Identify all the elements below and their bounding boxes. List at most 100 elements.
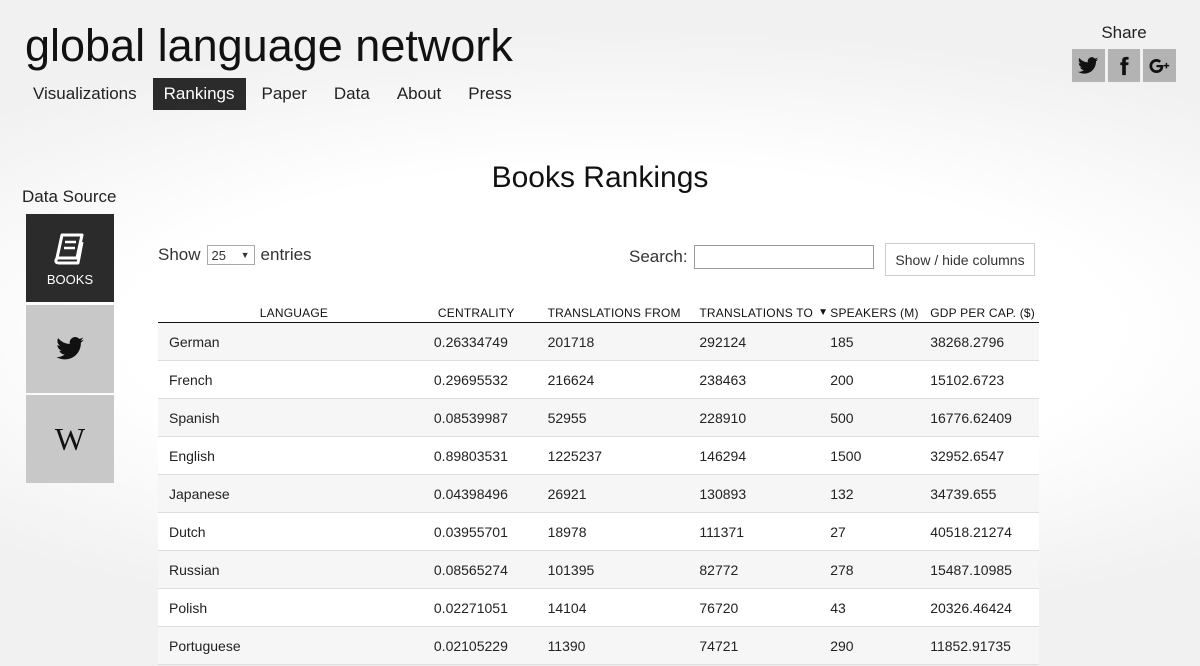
wikipedia-icon: W	[54, 420, 86, 457]
cell-speakers: 500	[830, 398, 931, 437]
cell-translations-from: 1225237	[547, 436, 700, 475]
share-label: Share	[1101, 23, 1147, 42]
cell-language: Spanish	[158, 398, 434, 437]
cell-translations-from: 201718	[547, 322, 700, 361]
cell-language: Portuguese	[158, 626, 434, 665]
site-title[interactable]: global language network	[25, 20, 513, 72]
column-header-translations-to[interactable]: TRANSLATIONS TO ▼	[699, 304, 831, 323]
cell-translations-from: 216624	[547, 360, 700, 399]
cell-translations-to: 238463	[699, 360, 831, 399]
cell-translations-from: 26921	[547, 474, 700, 513]
show-entries-control: Show 25 ▼ entries	[158, 245, 312, 265]
search-label: Search:	[629, 247, 688, 266]
table-row: Portuguese 0.02105229 11390 74721 290 11…	[158, 626, 1039, 665]
cell-gdp: 15487.10985	[930, 550, 1039, 589]
table-row: English 0.89803531 1225237 146294 1500 3…	[158, 436, 1039, 475]
cell-language: Polish	[158, 588, 434, 627]
nav-data[interactable]: Data	[323, 78, 381, 110]
entries-select-value: 25	[211, 247, 226, 263]
cell-translations-to: 292124	[699, 322, 831, 361]
cell-translations-to: 146294	[699, 436, 831, 475]
column-header-centrality[interactable]: CENTRALITY	[433, 304, 548, 323]
nav-paper[interactable]: Paper	[251, 78, 318, 110]
column-header-translations-from[interactable]: TRANSLATIONS FROM	[547, 304, 700, 323]
cell-centrality: 0.02271051	[433, 588, 548, 627]
twitter-bird-icon	[56, 337, 84, 360]
table-row: Japanese 0.04398496 26921 130893 132 347…	[158, 474, 1039, 513]
table-row: Russian 0.08565274 101395 82772 278 1548…	[158, 550, 1039, 589]
cell-translations-to: 74721	[699, 626, 831, 665]
nav-about[interactable]: About	[386, 78, 452, 110]
google-plus-icon[interactable]	[1143, 49, 1177, 82]
entries-label: entries	[260, 245, 312, 264]
cell-language: Dutch	[158, 512, 434, 551]
page-heading: Books Rankings	[491, 161, 709, 194]
table-row: German 0.26334749 201718 292124 185 3826…	[158, 322, 1039, 361]
table-header-row: LANGUAGE CENTRALITY TRANSLATIONS FROM TR…	[158, 304, 1039, 323]
cell-gdp: 38268.2796	[930, 322, 1039, 361]
table-row: Spanish 0.08539987 52955 228910 500 1677…	[158, 398, 1039, 437]
cell-language: Russian	[158, 550, 434, 589]
cell-language: French	[158, 360, 434, 399]
cell-gdp: 16776.62409	[930, 398, 1039, 437]
cell-translations-from: 52955	[547, 398, 700, 437]
translations-to-label: TRANSLATIONS TO	[699, 306, 814, 320]
main-nav: Visualizations Rankings Paper Data About…	[22, 78, 528, 110]
cell-translations-to: 76720	[699, 588, 831, 627]
cell-speakers: 185	[830, 322, 931, 361]
cell-translations-to: 111371	[699, 512, 831, 551]
cell-gdp: 20326.46424	[930, 588, 1039, 627]
cell-gdp: 32952.6547	[930, 436, 1039, 475]
cell-speakers: 200	[830, 360, 931, 399]
cell-translations-to: 228910	[699, 398, 831, 437]
cell-speakers: 278	[830, 550, 931, 589]
cell-translations-from: 18978	[547, 512, 700, 551]
cell-translations-to: 82772	[699, 550, 831, 589]
cell-speakers: 27	[830, 512, 931, 551]
cell-centrality: 0.04398496	[433, 474, 548, 513]
dropdown-arrow-icon: ▼	[240, 250, 250, 260]
data-source-twitter-button[interactable]	[26, 305, 114, 393]
rankings-table: LANGUAGE CENTRALITY TRANSLATIONS FROM TR…	[158, 304, 1039, 665]
cell-speakers: 1500	[830, 436, 931, 475]
twitter-icon[interactable]	[1072, 49, 1105, 82]
column-header-speakers[interactable]: SPEAKERS (M)	[830, 304, 931, 323]
cell-translations-from: 11390	[547, 626, 700, 665]
search-input[interactable]	[693, 245, 874, 269]
search-control: Search:	[629, 245, 874, 269]
cell-translations-from: 101395	[547, 550, 700, 589]
cell-gdp: 15102.6723	[930, 360, 1039, 399]
facebook-icon[interactable]	[1107, 49, 1141, 82]
cell-centrality: 0.08565274	[433, 550, 548, 589]
cell-translations-to: 130893	[699, 474, 831, 513]
sort-descending-icon: ▼	[818, 307, 829, 318]
show-hide-columns-button[interactable]: Show / hide columns	[885, 243, 1035, 276]
book-icon	[54, 233, 84, 264]
cell-centrality: 0.02105229	[433, 626, 548, 665]
cell-gdp: 40518.21274	[930, 512, 1039, 551]
nav-visualizations[interactable]: Visualizations	[22, 78, 148, 110]
cell-language: English	[158, 436, 434, 475]
table-row: Polish 0.02271051 14104 76720 43 20326.4…	[158, 588, 1039, 627]
cell-gdp: 11852.91735	[930, 626, 1039, 665]
cell-translations-from: 14104	[547, 588, 700, 627]
cell-centrality: 0.08539987	[433, 398, 548, 437]
cell-centrality: 0.29695532	[433, 360, 548, 399]
column-header-language[interactable]: LANGUAGE	[158, 304, 434, 323]
share-icons	[1072, 49, 1177, 82]
cell-language: German	[158, 322, 434, 361]
cell-speakers: 132	[830, 474, 931, 513]
cell-language: Japanese	[158, 474, 434, 513]
cell-speakers: 43	[830, 588, 931, 627]
table-row: French 0.29695532 216624 238463 200 1510…	[158, 360, 1039, 399]
share-panel: Share	[1072, 23, 1177, 82]
books-label: BOOKS	[46, 271, 94, 287]
cell-centrality: 0.89803531	[433, 436, 548, 475]
entries-per-page-select[interactable]: 25 ▼	[206, 245, 255, 265]
cell-gdp: 34739.655	[930, 474, 1039, 513]
data-source-wikipedia-button[interactable]: W	[26, 395, 114, 483]
column-header-gdp[interactable]: GDP PER CAP. ($)	[930, 304, 1039, 323]
nav-rankings[interactable]: Rankings	[152, 78, 246, 110]
data-source-books-button[interactable]: BOOKS	[26, 214, 114, 302]
nav-press[interactable]: Press	[457, 78, 522, 110]
